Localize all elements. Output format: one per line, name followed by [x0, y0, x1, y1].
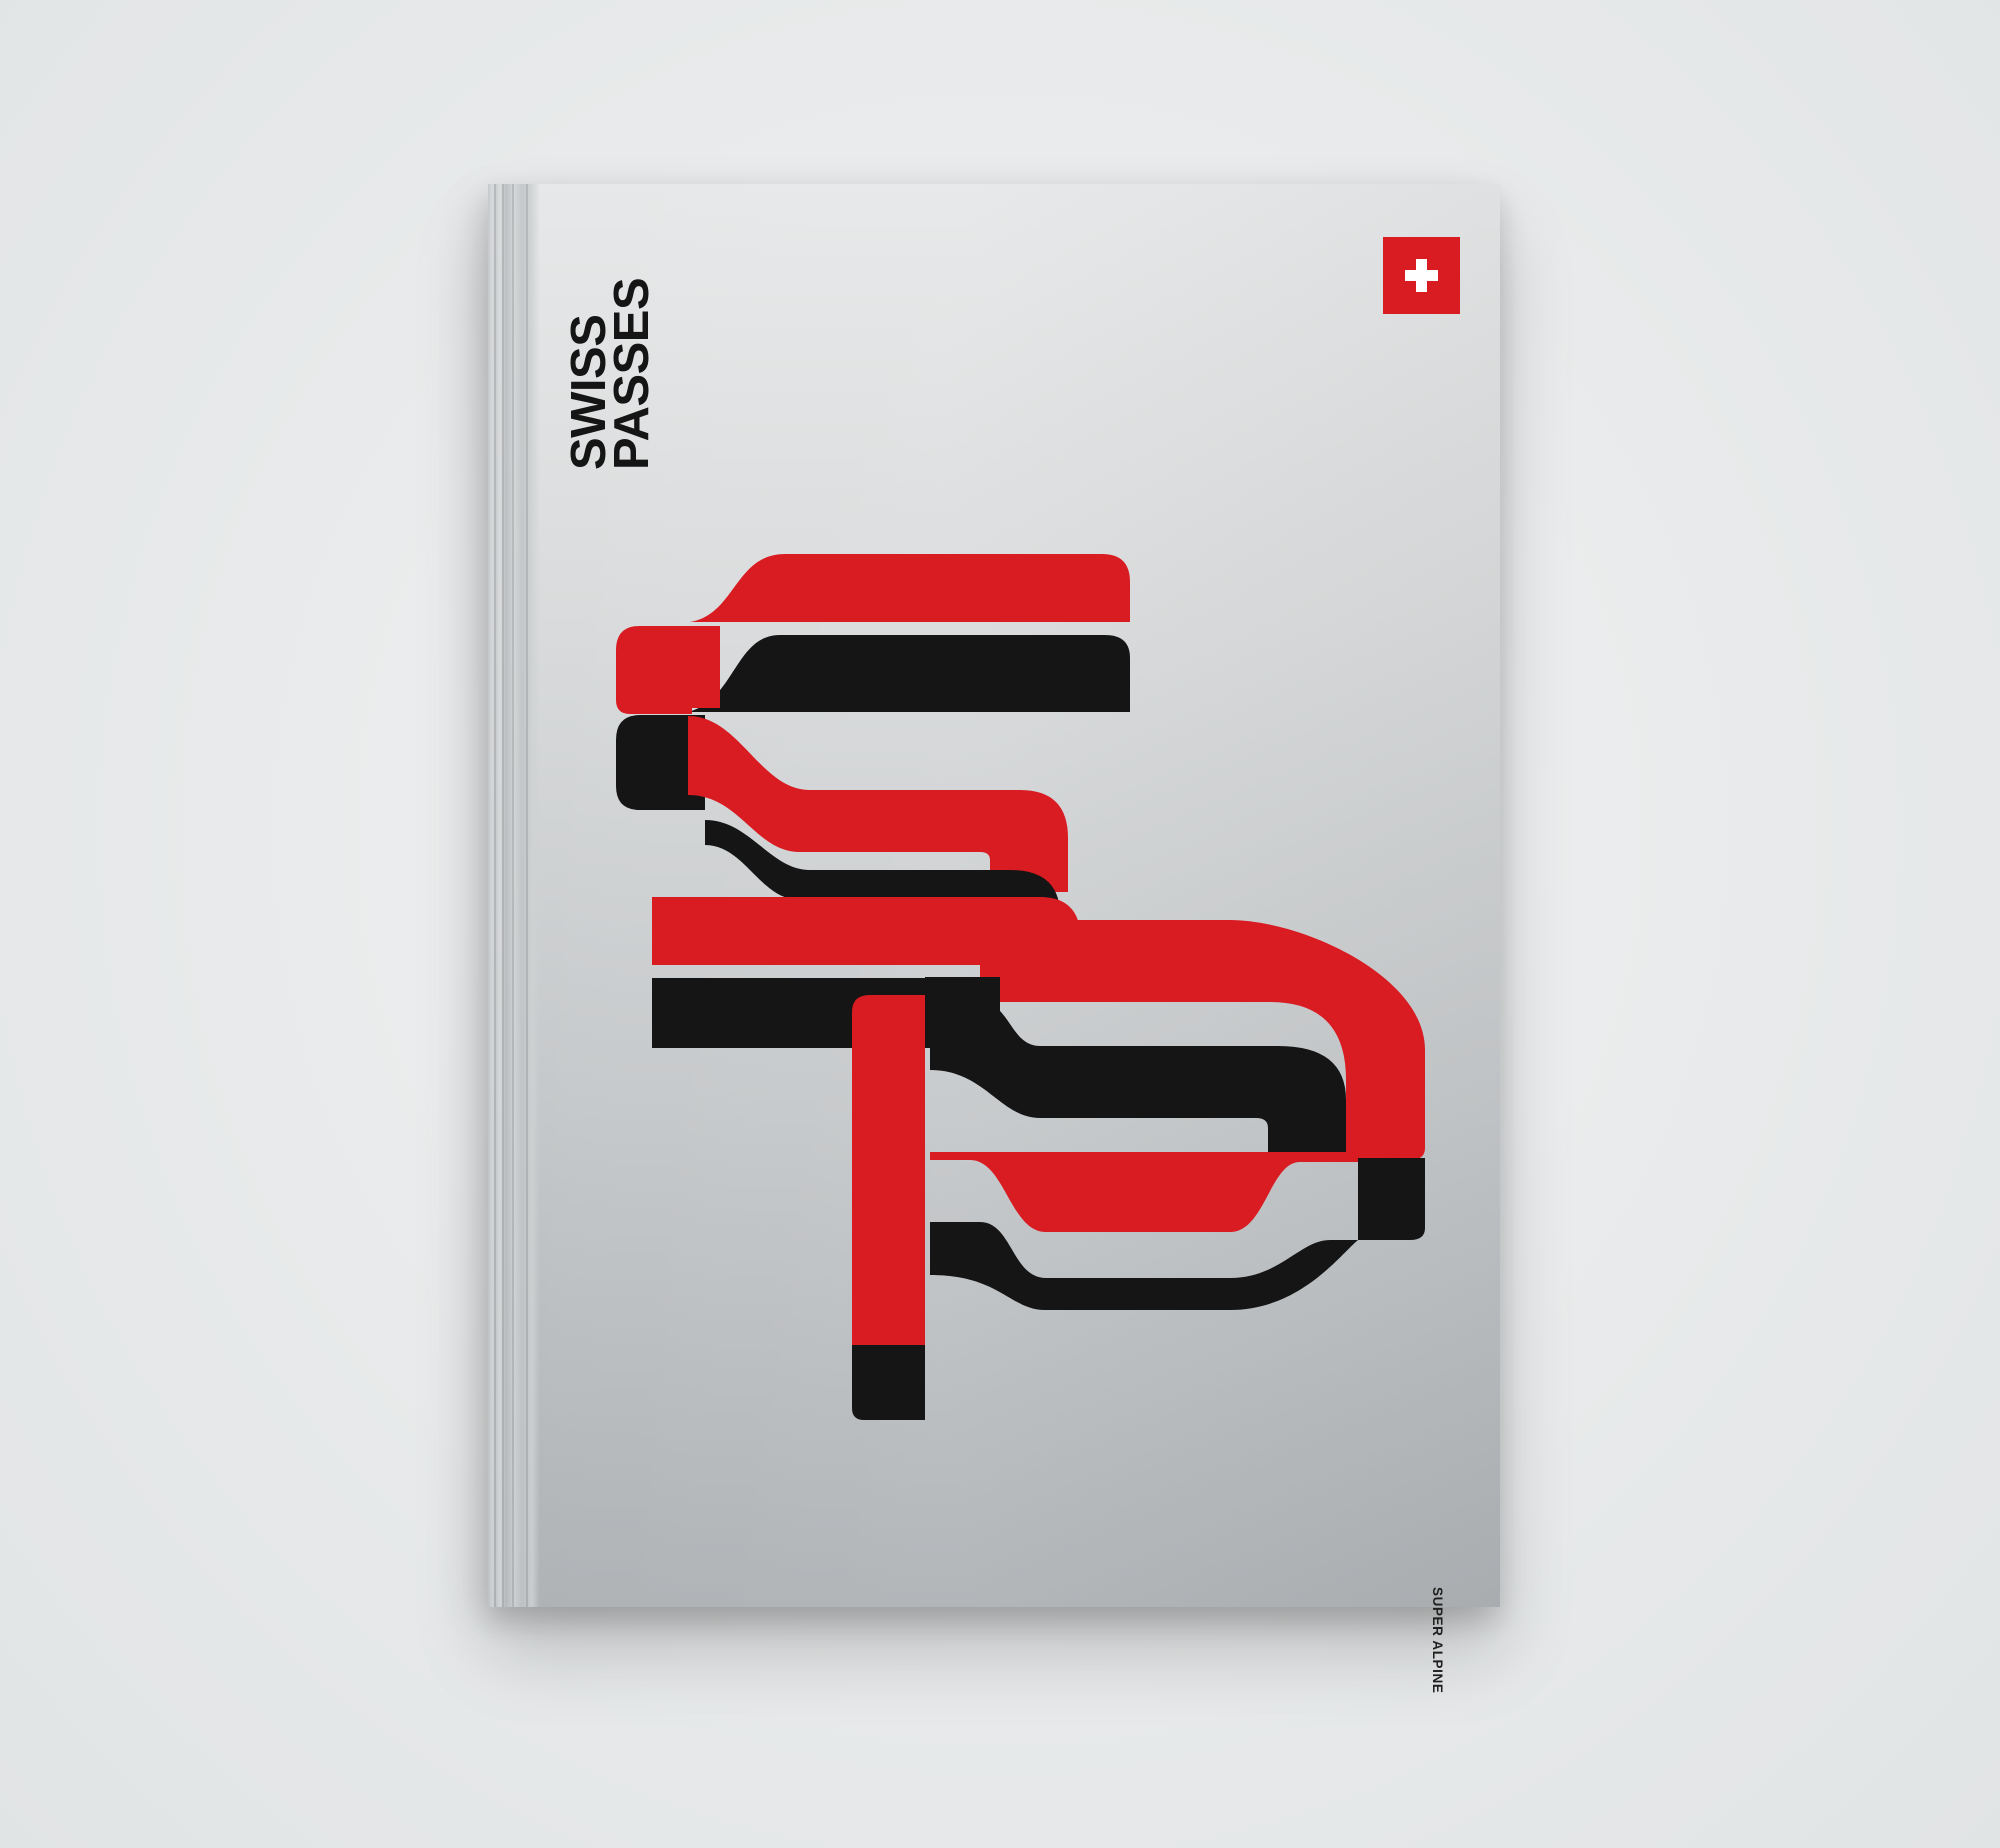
book-subtitle: SUPER ALPINE [1430, 1587, 1445, 1694]
sp-monogram-artwork [616, 554, 1425, 1420]
p-red-bowl [980, 920, 1425, 1160]
p-black-right-drop [1358, 1158, 1425, 1240]
p-black-bowl-lower [930, 1222, 1358, 1310]
p-red-crossbar [930, 1152, 1395, 1232]
s-red-upper-left [616, 626, 720, 714]
s-black-top-bar [688, 635, 1130, 712]
s-red-top-bar [690, 554, 1130, 622]
p-red-stem [852, 995, 925, 1345]
p-black-connector [925, 977, 1000, 1048]
s-red-middle-band [688, 716, 1068, 892]
p-black-stem-bottom [852, 1335, 925, 1420]
